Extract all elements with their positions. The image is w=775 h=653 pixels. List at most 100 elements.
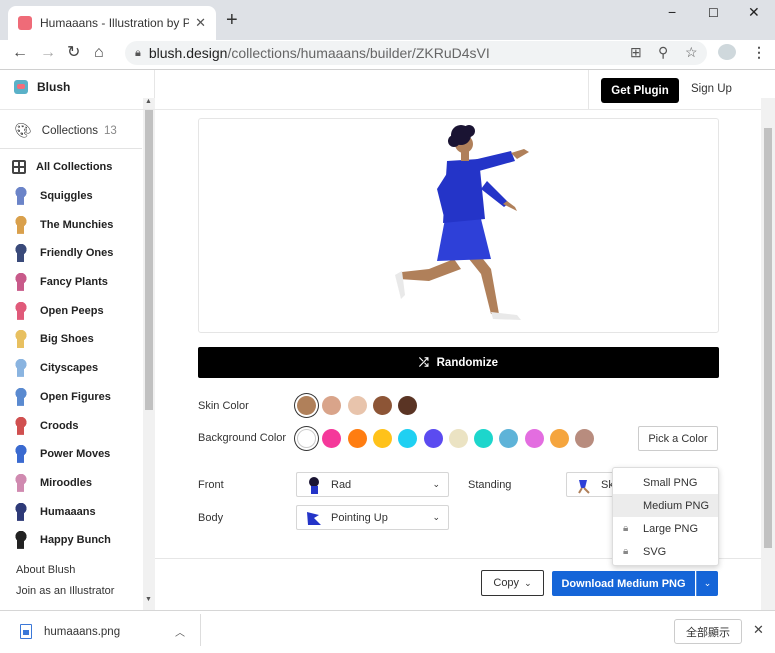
brand[interactable]: Blush <box>14 80 70 94</box>
copy-button[interactable]: Copy ⌄ <box>481 570 544 596</box>
download-filename: humaaans.png <box>44 625 121 638</box>
scroll-thumb[interactable] <box>145 110 153 410</box>
downloads-close-icon[interactable]: ✕ <box>753 622 764 638</box>
download-option-label: Small PNG <box>643 476 698 489</box>
minimize-button[interactable]: − <box>668 4 676 20</box>
scroll-down-arrow-icon[interactable]: ▼ <box>145 596 152 603</box>
about-blush-link[interactable]: About Blush <box>16 560 114 581</box>
collection-list: All Collections Squiggles The Munchies Frie… <box>12 153 142 555</box>
background-color-swatch[interactable] <box>398 429 418 448</box>
background-color-swatch[interactable] <box>322 429 342 448</box>
window-close-button[interactable]: ✕ <box>748 4 760 21</box>
collections-header[interactable]: 🎨︎ Collections 13 <box>14 122 117 139</box>
background-color-swatch[interactable] <box>372 429 392 448</box>
randomize-button[interactable]: ⤮ Randomize <box>198 347 719 378</box>
sidebar-item-big-shoes[interactable]: Big Shoes <box>12 325 142 354</box>
sidebar-item-label: Friendly Ones <box>40 247 114 260</box>
body-select-value: Pointing Up <box>331 511 388 524</box>
get-plugin-button[interactable]: Get Plugin <box>601 78 679 103</box>
sign-up-link[interactable]: Sign Up <box>691 83 732 95</box>
download-option-large-png[interactable]: 🔒︎ Large PNG <box>613 517 718 540</box>
download-item-menu-icon[interactable]: ︿ <box>175 624 185 639</box>
download-item[interactable]: humaaans.png <box>20 624 120 639</box>
download-option-medium-png[interactable]: Medium PNG <box>613 494 718 517</box>
maximize-button[interactable]: ☐ <box>708 6 719 20</box>
download-option-label: SVG <box>643 545 667 558</box>
download-option-svg[interactable]: 🔒︎ SVG <box>613 540 718 563</box>
download-options-toggle[interactable]: ⌄ <box>696 571 718 596</box>
background-color-swatch[interactable] <box>575 429 595 448</box>
sidebar-item-fancy-plants[interactable]: Fancy Plants <box>12 268 142 297</box>
new-tab-button[interactable]: + <box>226 10 238 30</box>
zoom-icon[interactable]: ⚲ <box>658 44 668 61</box>
front-select[interactable]: Rad ⌄ <box>296 472 449 497</box>
reload-icon[interactable]: ↻ <box>67 44 80 62</box>
download-option-label: Large PNG <box>643 522 699 535</box>
randomize-label: Randomize <box>436 356 498 369</box>
menu-kebab-icon[interactable]: ⋮ <box>752 44 766 61</box>
skin-color-swatch[interactable] <box>398 396 418 415</box>
address-bar[interactable]: 🔒︎ blush.design/collections/humaaans/bui… <box>125 41 707 65</box>
browser-tab[interactable]: Humaaans - Illustration by Pablo Stanley… <box>8 6 216 40</box>
standing-label: Standing <box>468 479 512 491</box>
blush-favicon-icon <box>18 16 32 30</box>
sidebar-item-all-collections[interactable]: All Collections <box>12 153 142 182</box>
sidebar-item-friendly-ones[interactable]: Friendly Ones <box>12 239 142 268</box>
sidebar-item-power-moves[interactable]: Power Moves <box>12 440 142 469</box>
chevron-down-icon: ⌄ <box>524 577 532 588</box>
sidebar-item-humaaans[interactable]: Humaaans <box>12 497 142 526</box>
miroodles-thumb <box>12 473 30 492</box>
background-color-swatch[interactable] <box>423 429 443 448</box>
pick-color-button[interactable]: Pick a Color <box>638 426 718 451</box>
lock-icon: 🔒︎ <box>623 546 629 557</box>
join-illustrator-link[interactable]: Join as an Illustrator <box>16 581 114 602</box>
background-color-swatch[interactable] <box>474 429 494 448</box>
tab-close-icon[interactable]: ✕ <box>195 15 206 31</box>
sidebar-scrollbar[interactable]: ▲ ▼ <box>143 98 155 610</box>
profile-avatar[interactable] <box>718 44 736 60</box>
header-separator <box>588 70 589 109</box>
skin-color-swatch[interactable] <box>347 396 367 415</box>
sidebar-item-croods[interactable]: Croods <box>12 411 142 440</box>
download-option-small-png[interactable]: Small PNG <box>613 471 718 494</box>
skin-color-swatch[interactable] <box>372 396 392 415</box>
croods-thumb <box>12 416 30 435</box>
sidebar-item-the-munchies[interactable]: The Munchies <box>12 210 142 239</box>
sidebar-item-open-figures[interactable]: Open Figures <box>12 383 142 412</box>
bookmark-star-icon[interactable]: ☆ <box>685 44 698 61</box>
standing-select[interactable]: Sk <box>566 472 616 497</box>
background-color-swatch[interactable] <box>347 429 367 448</box>
front-thumb-icon <box>305 476 323 494</box>
sidebar-item-open-peeps[interactable]: Open Peeps <box>12 296 142 325</box>
sidebar-item-miroodles[interactable]: Miroodles <box>12 469 142 498</box>
page-scroll-thumb[interactable] <box>764 128 772 548</box>
sidebar-item-label: All Collections <box>36 161 113 174</box>
body-select[interactable]: Pointing Up ⌄ <box>296 505 449 530</box>
download-button[interactable]: Download Medium PNG <box>552 571 695 596</box>
show-all-button[interactable]: 全部顯示 <box>674 619 742 644</box>
skin-color-swatch[interactable] <box>297 396 316 415</box>
download-options-menu: Small PNG Medium PNG 🔒︎ Large PNG 🔒︎ SVG <box>612 467 719 566</box>
sidebar-item-happy-bunch[interactable]: Happy Bunch <box>12 526 142 555</box>
background-color-swatch[interactable] <box>448 429 468 448</box>
home-icon[interactable]: ⌂ <box>94 44 104 62</box>
background-color-swatch[interactable] <box>297 429 316 448</box>
background-color-swatch[interactable] <box>550 429 569 448</box>
skin-color-swatch[interactable] <box>322 396 342 415</box>
palette-icon: 🎨︎ <box>14 122 32 138</box>
big-shoes-thumb <box>12 330 30 349</box>
sidebar: Blush 🎨︎ Collections 13 All Collections S… <box>0 70 155 610</box>
background-color-swatch[interactable] <box>499 429 519 448</box>
back-icon[interactable]: ← <box>12 44 28 62</box>
background-color-swatch[interactable] <box>524 429 544 448</box>
sidebar-item-squiggles[interactable]: Squiggles <box>12 182 142 211</box>
translate-icon[interactable]: ⊞ <box>630 44 642 61</box>
scroll-up-arrow-icon[interactable]: ▲ <box>145 98 152 105</box>
page-scrollbar[interactable] <box>761 98 775 610</box>
illustration-canvas <box>198 118 719 333</box>
lock-icon: 🔒︎ <box>623 523 629 534</box>
downloads-divider <box>200 614 201 646</box>
fancy-plants-thumb <box>12 273 30 292</box>
sidebar-item-cityscapes[interactable]: Cityscapes <box>12 354 142 383</box>
forward-icon[interactable]: → <box>40 44 56 62</box>
